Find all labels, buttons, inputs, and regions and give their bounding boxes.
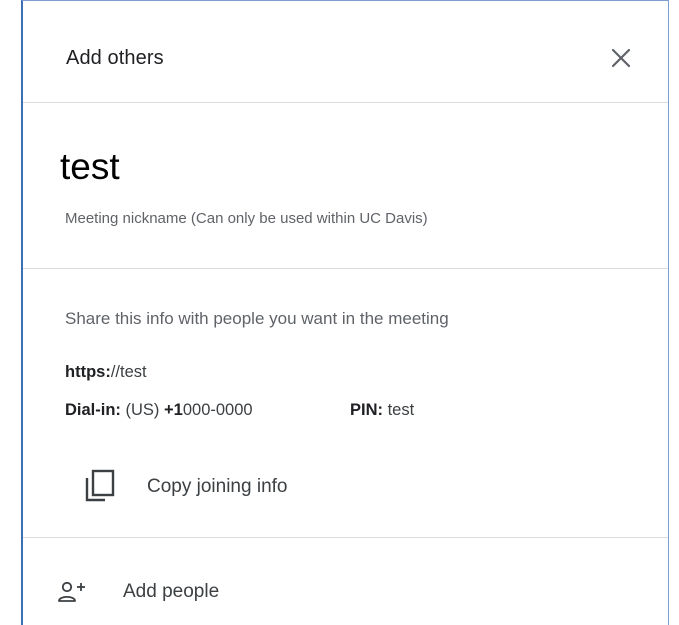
person-add-icon — [58, 581, 85, 602]
pin-line: PIN: test — [350, 401, 414, 420]
copy-icon — [85, 469, 115, 502]
dial-in-label: Dial-in: — [65, 401, 121, 419]
dial-in-region: (US) — [125, 401, 160, 419]
link-scheme: https: — [65, 363, 111, 381]
share-intro-text: Share this info with people you want in … — [65, 309, 449, 328]
copy-joining-info-label: Copy joining info — [147, 476, 288, 497]
meeting-nickname: test — [60, 146, 120, 187]
link-path: //test — [110, 363, 147, 381]
dialog-title: Add others — [66, 47, 164, 69]
dialog-header: Add others — [23, 1, 668, 103]
close-icon — [611, 48, 631, 68]
dial-in-line: Dial-in: (US) +1000-0000 — [65, 401, 253, 420]
copy-joining-info-button[interactable]: Copy joining info — [83, 469, 343, 503]
nickname-caption: Meeting nickname (Can only be used withi… — [65, 210, 428, 227]
dial-in-prefix: +1 — [164, 401, 183, 419]
add-people-label: Add people — [123, 581, 220, 602]
nickname-section: test Meeting nickname (Can only be used … — [23, 102, 668, 269]
pin-label: PIN: — [350, 401, 383, 419]
add-others-dialog: Add others test Meeting nickname (Can on… — [21, 0, 669, 625]
pin-value: test — [387, 401, 415, 419]
close-button[interactable] — [608, 45, 634, 71]
add-people-button[interactable]: Add people — [57, 578, 297, 608]
share-info-section: Share this info with people you want in … — [23, 269, 668, 538]
dial-in-number[interactable]: 000-0000 — [183, 401, 253, 419]
meeting-link[interactable]: https://test — [65, 363, 147, 382]
